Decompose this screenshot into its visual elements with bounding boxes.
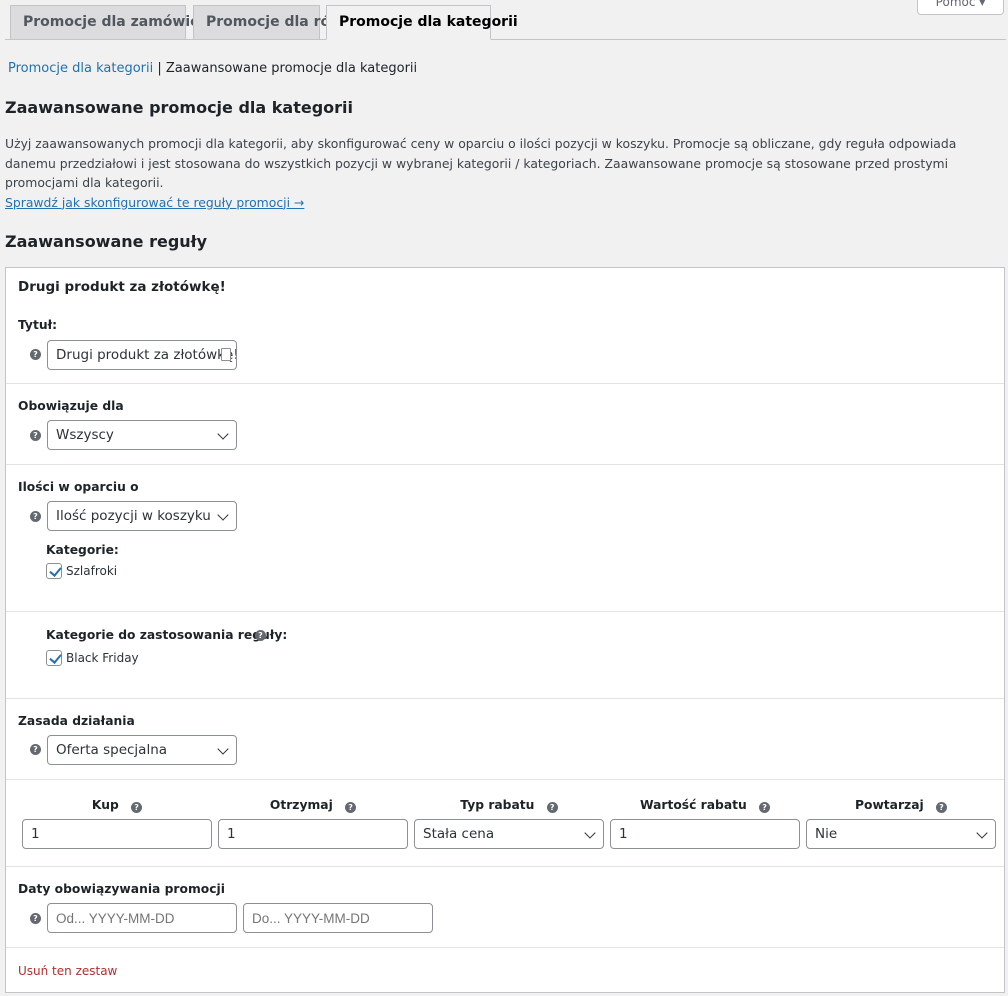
category-checkbox-szlafroki[interactable] bbox=[46, 563, 62, 579]
date-to-input[interactable] bbox=[243, 903, 433, 933]
quantity-basis-label: Ilości w oparciu o bbox=[18, 480, 139, 494]
section-divider bbox=[6, 947, 1004, 948]
tab-label: Promocje dla zamówień bbox=[23, 14, 210, 30]
title-input[interactable]: Drugi produkt za złotówkę! bbox=[47, 340, 237, 370]
title-label: Tytuł: bbox=[18, 318, 58, 332]
column-header-buy: Kup ? bbox=[22, 798, 212, 813]
column-header-buy-text: Kup bbox=[91, 798, 119, 812]
quantity-basis-select[interactable]: Ilość pozycji w koszyku bbox=[47, 501, 237, 531]
nav-tabs: Promocje dla zamówień Promocje dla ról P… bbox=[0, 0, 1008, 40]
tab-category-promotions[interactable]: Promocje dla kategorii bbox=[326, 5, 518, 40]
applies-to-value: Wszyscy bbox=[56, 427, 114, 443]
tab-label: Promocje dla ról bbox=[206, 14, 335, 30]
remove-rule-set-link[interactable]: Usuń ten zestaw bbox=[18, 964, 117, 978]
rules-section-title: Zaawansowane reguły bbox=[5, 232, 208, 251]
help-icon[interactable]: ? bbox=[30, 913, 41, 924]
buy-quantity-input[interactable]: 1 bbox=[22, 819, 212, 849]
apply-category-checkbox-black-friday[interactable] bbox=[46, 650, 62, 666]
breadcrumb-current: Zaawansowane promocje dla kategorii bbox=[165, 61, 418, 76]
column-header-discount-value: Wartość rabatu ? bbox=[610, 798, 800, 813]
help-icon[interactable]: ? bbox=[30, 430, 41, 441]
discount-value-input[interactable]: 1 bbox=[610, 819, 800, 849]
help-icon[interactable]: ? bbox=[345, 802, 357, 813]
get-quantity-input[interactable]: 1 bbox=[218, 819, 408, 849]
rule-set-box: Drugi produkt za złotówkę! Tytuł: ? Drug… bbox=[5, 267, 1005, 993]
section-divider bbox=[6, 866, 1004, 867]
column-header-repeat: Powtarzaj ? bbox=[806, 798, 996, 813]
tab-label: Promocje dla kategorii bbox=[339, 14, 518, 30]
section-divider bbox=[6, 464, 1004, 465]
chevron-down-icon bbox=[976, 827, 988, 839]
section-divider bbox=[6, 611, 1004, 612]
help-icon[interactable]: ? bbox=[936, 802, 947, 813]
breadcrumb: Promocje dla kategorii | Zaawansowane pr… bbox=[8, 61, 417, 76]
breadcrumb-separator: | bbox=[157, 61, 162, 76]
column-header-repeat-text: Powtarzaj bbox=[854, 798, 924, 812]
help-icon[interactable]: ? bbox=[30, 349, 41, 360]
applies-to-select[interactable]: Wszyscy bbox=[47, 420, 237, 450]
configure-rules-link[interactable]: Sprawdź jak skonfigurować te reguły prom… bbox=[5, 195, 304, 210]
repeat-select[interactable]: Nie bbox=[806, 819, 996, 849]
principle-value: Oferta specjalna bbox=[56, 742, 168, 758]
column-header-get: Otrzymaj ? bbox=[218, 798, 408, 813]
date-from-input[interactable] bbox=[47, 903, 237, 933]
apply-categories-label: Kategorie do zastosowania reguły: bbox=[46, 628, 288, 642]
help-icon[interactable]: ? bbox=[546, 802, 558, 813]
section-divider bbox=[6, 383, 1004, 384]
section-divider bbox=[6, 779, 1004, 780]
title-input-value: Drugi produkt za złotówkę! bbox=[56, 347, 237, 363]
quantity-basis-value: Ilość pozycji w koszyku bbox=[56, 508, 211, 524]
discount-type-select[interactable]: Stała cena bbox=[414, 819, 604, 849]
principle-select[interactable]: Oferta specjalna bbox=[47, 735, 237, 765]
help-icon[interactable]: ? bbox=[255, 630, 266, 641]
rule-set-name: Drugi produkt za złotówkę! bbox=[18, 279, 226, 295]
section-divider bbox=[6, 698, 1004, 699]
dates-label: Daty obowiązywania promocji bbox=[18, 882, 225, 896]
breadcrumb-link-category-promotions[interactable]: Promocje dla kategorii bbox=[8, 61, 153, 76]
chevron-down-icon bbox=[217, 509, 229, 521]
help-icon[interactable]: ? bbox=[30, 511, 41, 522]
page-description: Użyj zaawansowanych promocji dla kategor… bbox=[5, 134, 995, 212]
discount-type-value: Stała cena bbox=[423, 826, 495, 842]
apply-category-checkbox-label: Black Friday bbox=[66, 651, 139, 665]
tab-order-promotions[interactable]: Promocje dla zamówień bbox=[10, 5, 210, 40]
discount-value-value: 1 bbox=[619, 826, 628, 842]
chevron-down-icon bbox=[217, 428, 229, 440]
column-header-discount-type-text: Typ rabatu bbox=[460, 798, 535, 812]
help-icon[interactable]: ? bbox=[759, 802, 771, 813]
description-text: Użyj zaawansowanych promocji dla kategor… bbox=[5, 136, 957, 190]
buy-quantity-value: 1 bbox=[31, 826, 40, 842]
applies-to-label: Obowiązuje dla bbox=[18, 399, 124, 413]
category-checkbox-label: Szlafroki bbox=[66, 564, 118, 578]
help-icon[interactable]: ? bbox=[30, 744, 41, 755]
page-title: Zaawansowane promocje dla kategorii bbox=[5, 98, 354, 117]
get-quantity-value: 1 bbox=[227, 826, 236, 842]
tab-role-promotions[interactable]: Promocje dla ról bbox=[193, 5, 335, 40]
column-header-discount-type: Typ rabatu ? bbox=[414, 798, 604, 813]
principle-label: Zasada działania bbox=[18, 714, 135, 728]
column-header-get-text: Otrzymaj bbox=[269, 798, 333, 812]
categories-label: Kategorie: bbox=[46, 543, 119, 557]
chevron-down-icon bbox=[217, 743, 229, 755]
password-manager-icon[interactable] bbox=[221, 348, 231, 361]
column-header-discount-value-text: Wartość rabatu bbox=[639, 798, 747, 812]
repeat-value: Nie bbox=[815, 826, 838, 842]
help-icon[interactable]: ? bbox=[131, 802, 143, 813]
chevron-down-icon bbox=[584, 827, 596, 839]
